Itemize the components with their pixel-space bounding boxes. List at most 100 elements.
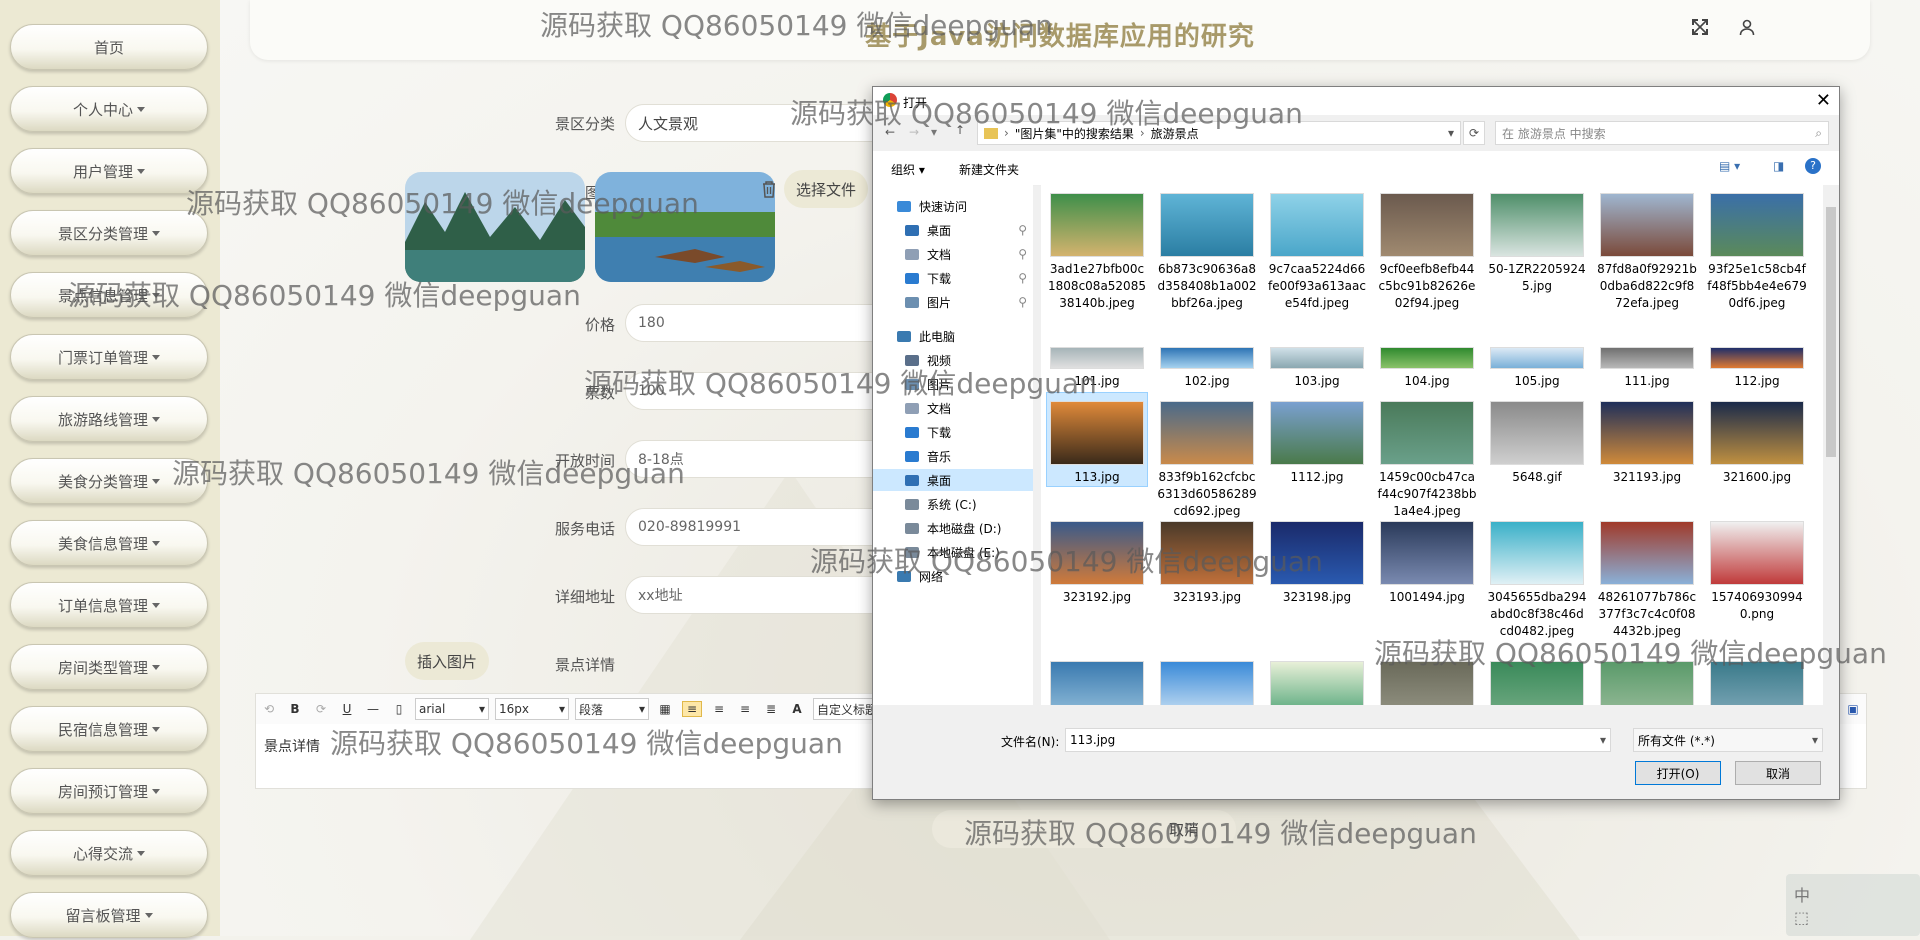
user-icon[interactable] <box>1734 14 1760 40</box>
paragraph-select[interactable]: 段落 ▾ <box>575 698 649 720</box>
file-item[interactable]: 3045655dba294abd0c8f38c46dcd0482.jpeg <box>1487 513 1587 640</box>
file-item[interactable] <box>1487 653 1587 705</box>
breadcrumb-segment-2[interactable]: 旅游景点 <box>1151 125 1199 142</box>
sidebar-item[interactable]: 房间预订管理 <box>10 768 208 814</box>
filename-input[interactable]: 113.jpg ▾ <box>1065 728 1611 752</box>
file-item[interactable]: 833f9b162cfcbc6313d60586289cd692.jpeg <box>1157 393 1257 520</box>
file-item[interactable]: 3ad1e27bfb00c1808c08a5208538140b.jpeg <box>1047 185 1147 312</box>
file-item[interactable]: 323198.jpg <box>1267 513 1367 606</box>
nav-pc-item[interactable]: 桌面 <box>873 469 1033 491</box>
file-item[interactable]: 323192.jpg <box>1047 513 1147 606</box>
file-item[interactable]: 102.jpg <box>1157 305 1257 390</box>
file-item[interactable]: 321193.jpg <box>1597 393 1697 486</box>
font-family-select[interactable]: arial ▾ <box>415 698 489 720</box>
sidebar-item[interactable]: 美食信息管理 <box>10 520 208 566</box>
file-item[interactable]: 1574069309940.png <box>1707 513 1807 623</box>
file-item[interactable]: 1001494.jpg <box>1377 513 1477 606</box>
file-item[interactable] <box>1047 653 1147 705</box>
underline-icon[interactable]: U <box>338 702 356 716</box>
chevron-down-icon[interactable]: ▾ <box>1600 733 1606 747</box>
file-item[interactable]: 112.jpg <box>1707 305 1807 390</box>
insert-image-button[interactable]: 插入图片 <box>405 642 490 680</box>
sidebar-item[interactable]: 首页 <box>10 24 208 70</box>
file-item[interactable] <box>1597 653 1697 705</box>
chevron-down-icon[interactable]: ▾ <box>1448 126 1454 140</box>
file-item[interactable]: 50-1ZR22059245.jpg <box>1487 185 1587 295</box>
nav-this-pc[interactable]: 此电脑 <box>873 325 1033 347</box>
align-left-icon[interactable]: ≡ <box>682 701 702 717</box>
file-item[interactable]: 9c7caa5224d66fe00f93a613aace54fd.jpeg <box>1267 185 1367 312</box>
sidebar-item[interactable]: 用户管理 <box>10 148 208 194</box>
file-item[interactable]: 48261077b786c377f3c7c4c0f084432b.jpeg <box>1597 513 1697 640</box>
sidebar-item[interactable]: 景区分类管理 <box>10 210 208 256</box>
address-bar[interactable]: › "图片集"中的搜索结果 › 旅游景点 ▾ <box>977 121 1461 145</box>
file-item[interactable]: 323193.jpg <box>1157 513 1257 606</box>
nav-pc-item[interactable]: 音乐 <box>873 445 1033 467</box>
file-item[interactable] <box>1157 653 1257 705</box>
file-item[interactable]: 103.jpg <box>1267 305 1367 390</box>
fullscreen-icon[interactable] <box>1687 14 1713 40</box>
sidebar-item[interactable]: 旅游路线管理 <box>10 396 208 442</box>
file-item[interactable]: 9cf0eefb8efb44c5bc91b82626e02f94.jpeg <box>1377 185 1477 312</box>
font-size-select[interactable]: 16px ▾ <box>495 698 569 720</box>
nav-quick-access[interactable]: 快速访问 <box>873 195 1033 217</box>
sidebar-item[interactable]: 留言板管理 <box>10 892 208 938</box>
file-item[interactable] <box>1707 653 1807 705</box>
sidebar-item[interactable]: 景点信息管理 <box>10 272 208 318</box>
file-item[interactable]: 113.jpg <box>1046 392 1148 487</box>
file-item[interactable]: 5648.gif <box>1487 393 1587 486</box>
new-folder-button[interactable]: 新建文件夹 <box>959 161 1019 178</box>
file-type-select[interactable]: 所有文件 (*.*) ▾ <box>1633 728 1823 752</box>
file-item[interactable]: 101.jpg <box>1047 305 1147 390</box>
form-cancel-button[interactable]: 取消 <box>932 810 1236 848</box>
delete-icon[interactable] <box>756 176 782 202</box>
file-item[interactable]: 93f25e1c58cb4ff48f5bb4e4e6790df6.jpeg <box>1707 185 1807 312</box>
nav-network[interactable]: 网络 <box>873 565 1033 587</box>
nav-quick-item[interactable]: 图片 ⚲ <box>873 291 1033 313</box>
breadcrumb-segment-1[interactable]: "图片集"中的搜索结果 <box>1015 125 1134 142</box>
file-item[interactable] <box>1377 653 1477 705</box>
file-item[interactable]: 321600.jpg <box>1707 393 1807 486</box>
view-options-icon[interactable]: ▤ ▾ <box>1719 159 1740 173</box>
nav-pc-item[interactable]: 文档 <box>873 397 1033 419</box>
sidebar-item[interactable]: 心得交流 <box>10 830 208 876</box>
up-arrow-icon[interactable]: ↑ <box>955 123 965 137</box>
corner-widget[interactable]: 中 ⬚ <box>1786 874 1920 936</box>
nav-quick-item[interactable]: 桌面 ⚲ <box>873 219 1033 241</box>
table-icon[interactable]: ▦ <box>656 702 674 716</box>
file-item[interactable] <box>1267 653 1367 705</box>
justify-icon[interactable]: ≣ <box>762 702 780 716</box>
nav-pc-item[interactable]: 本地磁盘 (D:) <box>873 517 1033 539</box>
dialog-cancel-button[interactable]: 取消 <box>1735 761 1821 785</box>
recent-dropdown-icon[interactable]: ▾ <box>931 125 937 139</box>
html-source-icon[interactable]: ▣ <box>1844 702 1862 716</box>
page-icon[interactable]: ▯ <box>390 702 408 716</box>
preview-pane-icon[interactable]: ◨ <box>1773 159 1784 173</box>
scrollbar-thumb[interactable] <box>1826 207 1836 457</box>
align-right-icon[interactable]: ≡ <box>736 702 754 716</box>
redo-icon[interactable]: ⟳ <box>312 702 330 716</box>
nav-quick-item[interactable]: 下载 ⚲ <box>873 267 1033 289</box>
nav-quick-item[interactable]: 文档 ⚲ <box>873 243 1033 265</box>
sidebar-item[interactable]: 个人中心 <box>10 86 208 132</box>
file-item[interactable]: 87fd8a0f92921b0dba6d822c9f872efa.jpeg <box>1597 185 1697 312</box>
nav-pc-item[interactable]: 系统 (C:) <box>873 493 1033 515</box>
sidebar-item[interactable]: 订单信息管理 <box>10 582 208 628</box>
sidebar-item[interactable]: 民宿信息管理 <box>10 706 208 752</box>
nav-pc-item[interactable]: 本地磁盘 (E:) <box>873 541 1033 563</box>
file-item[interactable]: 1459c00cb47caf44c907f4238bb1a4e4.jpeg <box>1377 393 1477 520</box>
nav-pc-item[interactable]: 下载 <box>873 421 1033 443</box>
help-icon[interactable]: ? <box>1805 158 1821 174</box>
font-color-icon[interactable]: A <box>788 702 806 716</box>
bold-icon[interactable]: B <box>286 702 304 716</box>
choose-file-button[interactable]: 选择文件 <box>784 170 869 208</box>
vertical-scrollbar[interactable] <box>1823 185 1839 705</box>
open-button[interactable]: 打开(O) <box>1635 761 1721 785</box>
search-box[interactable]: 在 旅游景点 中搜索 ⌕ <box>1495 121 1829 145</box>
file-item[interactable]: 111.jpg <box>1597 305 1697 390</box>
close-icon[interactable]: ✕ <box>1816 90 1831 111</box>
forward-arrow-icon[interactable]: → <box>909 125 919 139</box>
file-item[interactable]: 105.jpg <box>1487 305 1587 390</box>
sidebar-item[interactable]: 美食分类管理 <box>10 458 208 504</box>
horizontal-rule-icon[interactable]: — <box>364 702 382 716</box>
